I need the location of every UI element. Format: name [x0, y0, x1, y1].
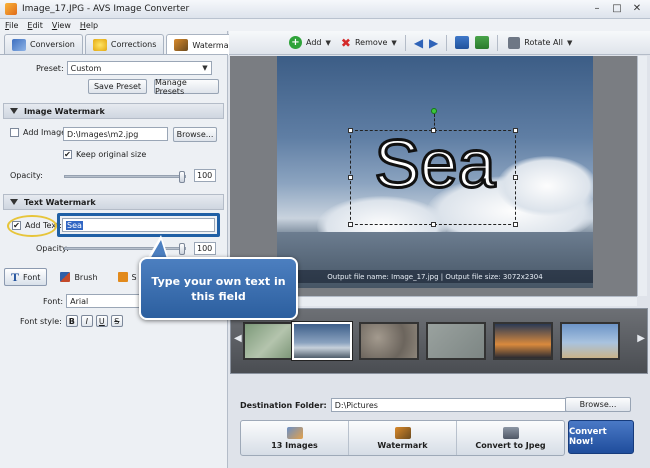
add-image-label: Add Image: — [23, 128, 69, 137]
thumbnail[interactable] — [560, 322, 620, 360]
convert-now-button[interactable]: Convert Now! — [568, 420, 634, 454]
main-toolbar: + Add ▼ ✖ Remove ▼ ◀ ▶ Rotate All ▼ — [229, 31, 650, 55]
destination-browse-button[interactable]: Browse... — [565, 397, 631, 412]
chevron-down-icon: ▼ — [391, 38, 397, 47]
output-info: Output file name: Image_17.jpg | Output … — [277, 270, 593, 283]
maximize-icon[interactable]: □ — [610, 3, 624, 15]
destination-path-select[interactable]: D:\Pictures ▼ — [330, 398, 576, 412]
bold-button[interactable]: B — [65, 315, 78, 327]
resize-handle[interactable] — [431, 222, 436, 227]
preset-label: Preset: — [36, 63, 64, 73]
destination-row: Destination Folder: D:\Pictures ▼ — [240, 398, 576, 412]
step-convert[interactable]: Convert to Jpeg — [457, 421, 564, 455]
rotate-left-icon[interactable] — [455, 36, 470, 49]
tutorial-callout: Type your own text in this field — [139, 257, 298, 320]
rotate-right-icon[interactable] — [475, 36, 490, 49]
resize-handle[interactable] — [513, 222, 518, 227]
collapse-icon — [10, 199, 18, 205]
watermark-icon — [174, 39, 189, 51]
vertical-scrollbar[interactable] — [637, 56, 647, 296]
destination-label: Destination Folder: — [240, 400, 327, 410]
preset-row: Preset: Custom ▼ — [36, 61, 212, 75]
add-image-checkbox[interactable] — [10, 128, 19, 137]
resize-handle[interactable] — [348, 222, 353, 227]
preview-photo: Sea — [277, 56, 593, 288]
preset-select[interactable]: Custom ▼ — [66, 61, 212, 75]
conversion-icon — [12, 38, 26, 51]
chevron-down-icon: ▼ — [325, 38, 331, 47]
brush-tool-button[interactable]: Brush — [53, 268, 104, 286]
collapse-icon — [10, 108, 18, 114]
underline-button[interactable]: U — [95, 315, 108, 327]
strikethrough-button[interactable]: S — [110, 315, 123, 327]
watermark-icon — [394, 426, 411, 439]
scroll-left-icon[interactable]: ◀ — [234, 333, 242, 344]
thumbnail[interactable] — [426, 322, 486, 360]
image-path-input[interactable]: D:\Images\m2.jpg — [63, 127, 168, 141]
app-icon — [5, 3, 17, 15]
font-style-label: Font style: — [20, 316, 62, 326]
menu-bar: File Edit View Help — [0, 19, 650, 31]
tab-conversion[interactable]: Conversion — [4, 34, 83, 54]
shadow-icon — [117, 272, 128, 282]
resize-handle[interactable] — [348, 128, 353, 133]
image-opacity-label: Opacity: — [10, 171, 43, 180]
slider-thumb[interactable] — [179, 243, 185, 255]
remove-button[interactable]: ✖ Remove ▼ — [341, 36, 397, 50]
text-field-highlight — [57, 213, 220, 237]
camera-icon — [502, 426, 519, 439]
brush-icon — [60, 272, 71, 282]
plus-icon: + — [289, 36, 302, 49]
image-opacity-slider[interactable] — [64, 171, 186, 183]
checkbox-highlight — [7, 215, 57, 237]
steps-bar: 13 Images Watermark Convert to Jpeg — [240, 420, 565, 456]
minimize-icon[interactable]: – — [590, 3, 604, 15]
step-images[interactable]: 13 Images — [241, 421, 349, 455]
slider-thumb[interactable] — [179, 171, 185, 183]
text-opacity-value[interactable]: 100 — [194, 242, 216, 255]
arrow-right-icon[interactable]: ▶ — [429, 36, 438, 50]
star-icon — [92, 38, 107, 51]
font-select[interactable]: Arial — [66, 294, 142, 308]
menu-file[interactable]: File — [5, 21, 18, 30]
font-tool-button[interactable]: T Font — [4, 268, 48, 286]
settings-panel: Conversion Corrections Watermark Preset:… — [0, 31, 245, 468]
resize-handle[interactable] — [348, 175, 353, 180]
keep-original-checkbox[interactable]: ✔ — [63, 150, 72, 159]
thumbnail[interactable] — [291, 321, 353, 361]
image-watermark-header[interactable]: Image Watermark — [3, 103, 224, 119]
menu-edit[interactable]: Edit — [27, 21, 43, 30]
thumbnail[interactable] — [493, 322, 553, 360]
arrow-left-icon[interactable]: ◀ — [414, 36, 423, 50]
scroll-right-icon[interactable]: ▶ — [637, 333, 645, 344]
rotate-all-icon — [508, 36, 521, 49]
add-button[interactable]: + Add ▼ — [289, 36, 331, 49]
menu-view[interactable]: View — [52, 21, 71, 30]
menu-help[interactable]: Help — [80, 21, 98, 30]
italic-button[interactable]: I — [80, 315, 93, 327]
images-icon — [286, 426, 303, 439]
font-icon: T — [11, 269, 20, 284]
step-watermark[interactable]: Watermark — [349, 421, 457, 455]
chevron-down-icon: ▼ — [202, 64, 208, 72]
image-opacity-value[interactable]: 100 — [194, 169, 216, 182]
thumbnail[interactable] — [359, 322, 419, 360]
text-watermark-header[interactable]: Text Watermark — [3, 194, 224, 210]
tab-corrections[interactable]: Corrections — [84, 34, 165, 54]
save-preset-button[interactable]: Save Preset — [88, 79, 147, 94]
resize-handle[interactable] — [513, 175, 518, 180]
keep-original-label: Keep original size — [76, 150, 147, 159]
rotate-all-button[interactable]: Rotate All ▼ — [508, 36, 573, 49]
resize-handle[interactable] — [513, 128, 518, 133]
manage-presets-button[interactable]: Manage Presets — [154, 78, 219, 96]
title-bar: Image_17.JPG - AVS Image Converter – □ ✕ — [0, 0, 650, 19]
browse-image-button[interactable]: Browse... — [173, 127, 217, 142]
window-title: Image_17.JPG - AVS Image Converter — [22, 4, 190, 14]
chevron-down-icon: ▼ — [566, 38, 573, 47]
close-icon[interactable]: ✕ — [630, 3, 644, 15]
remove-icon: ✖ — [340, 35, 351, 50]
watermark-text: Sea — [373, 126, 497, 202]
font-label: Font: — [43, 296, 64, 306]
